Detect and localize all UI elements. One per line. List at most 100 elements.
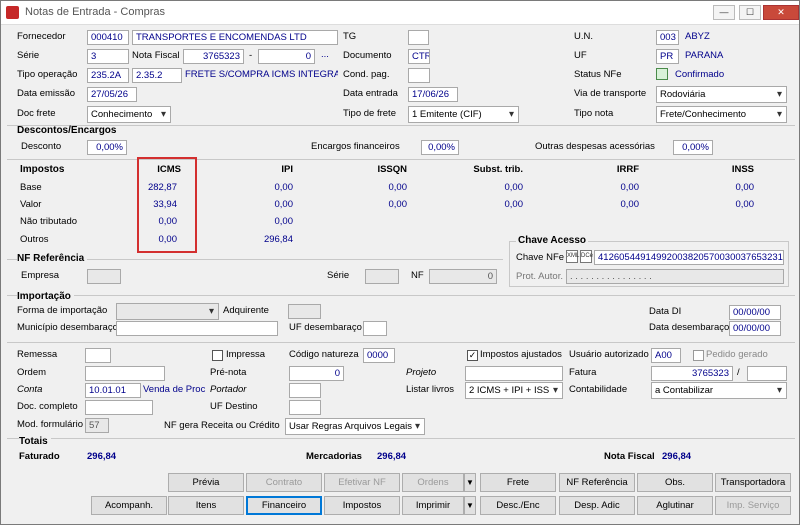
impostos-button[interactable]: Impostos bbox=[324, 496, 400, 515]
via-transporte-select[interactable]: Rodoviária bbox=[656, 86, 787, 103]
acompanh-button[interactable]: Acompanh. bbox=[91, 496, 167, 515]
nf-ref-serie-field bbox=[365, 269, 399, 284]
prot-autor-field: . . . . . . . . . . . . . . . . bbox=[566, 269, 784, 284]
doc-completo-label: Doc. completo bbox=[17, 401, 78, 412]
imp-servico-button[interactable]: Imp. Serviço bbox=[715, 496, 791, 515]
uf-name: PARANA bbox=[685, 50, 724, 61]
desp-adic-button[interactable]: Desp. Adic bbox=[559, 496, 635, 515]
tg-field[interactable] bbox=[408, 30, 429, 45]
portador-field[interactable] bbox=[289, 383, 321, 398]
frete-button[interactable]: Frete bbox=[480, 473, 556, 492]
ordem-field[interactable] bbox=[85, 366, 165, 381]
tipo-operacao-desc: FRETE S/COMPRA ICMS INTEGRAL/I bbox=[185, 69, 338, 80]
documento-field[interactable]: CTR bbox=[408, 49, 430, 64]
base-inss-value: 0,00 bbox=[735, 182, 755, 193]
desconto-field[interactable]: 0,00% bbox=[87, 140, 127, 155]
tipo-operacao-code-field[interactable]: 235.2A bbox=[87, 68, 129, 83]
title-bar: Notas de Entrada - Compras — ☐ ✕ bbox=[1, 1, 799, 25]
ordens-dropdown-arrow-icon[interactable]: ▼ bbox=[464, 473, 476, 492]
imprimir-dropdown-arrow-icon[interactable]: ▼ bbox=[464, 496, 476, 515]
nf-seq-field[interactable]: 0 bbox=[258, 49, 315, 64]
conta-desc: Venda de Proc bbox=[143, 384, 206, 395]
impostos-ajustados-label: Impostos ajustados bbox=[480, 349, 562, 360]
contabilidade-select[interactable]: a Contabilizar bbox=[651, 382, 787, 399]
close-button[interactable]: ✕ bbox=[763, 5, 799, 20]
un-code-field[interactable]: 003 bbox=[656, 30, 679, 45]
uf-code-field[interactable]: PR bbox=[656, 49, 679, 64]
doc-completo-field[interactable] bbox=[85, 400, 153, 415]
fatura-field[interactable]: 3765323 bbox=[651, 366, 733, 381]
fornecedor-name-field[interactable]: TRANSPORTES E ENCOMENDAS LTD bbox=[132, 30, 338, 45]
maximize-button[interactable]: ☐ bbox=[739, 5, 761, 20]
efetivar-nf-button[interactable]: Efetivar NF bbox=[324, 473, 400, 492]
un-name: ABYZ bbox=[685, 31, 710, 42]
prot-autor-label: Prot. Autor. bbox=[516, 271, 563, 282]
data-di-field[interactable]: 00/00/00 bbox=[729, 305, 781, 320]
valor-ipi-value: 0,00 bbox=[274, 199, 294, 210]
empresa-label: Empresa bbox=[21, 270, 60, 281]
fatura-parcela-field[interactable] bbox=[747, 366, 787, 381]
transportadora-button[interactable]: Transportadora bbox=[715, 473, 791, 492]
financeiro-button[interactable]: Financeiro bbox=[246, 496, 322, 515]
data-emissao-field[interactable]: 27/05/26 bbox=[87, 87, 137, 102]
icms-highlight-box bbox=[137, 157, 197, 253]
data-entrada-field[interactable]: 17/06/26 bbox=[408, 87, 458, 102]
previa-button[interactable]: Prévia bbox=[168, 473, 244, 492]
impostos-ajustados-checkbox[interactable]: ✓ bbox=[467, 350, 478, 361]
uf-label: UF bbox=[574, 50, 587, 61]
status-nfe-label: Status NFe bbox=[574, 69, 622, 80]
remessa-field[interactable] bbox=[85, 348, 111, 363]
ordens-button[interactable]: Ordens bbox=[402, 473, 464, 492]
municipio-desembaraco-field[interactable] bbox=[116, 321, 278, 336]
tipo-nota-select[interactable]: Frete/Conhecimento bbox=[656, 106, 787, 123]
base-issqn-value: 0,00 bbox=[388, 182, 408, 193]
projeto-field[interactable] bbox=[465, 366, 563, 381]
portador-label: Portador bbox=[210, 384, 247, 395]
mercadorias-value: 296,84 bbox=[377, 451, 407, 462]
valor-issqn-value: 0,00 bbox=[388, 199, 408, 210]
conta-field[interactable]: 10.01.01 bbox=[85, 383, 141, 398]
conta-label: Conta bbox=[17, 384, 43, 395]
forma-importacao-label: Forma de importação bbox=[17, 305, 108, 316]
tg-label: TG bbox=[343, 31, 357, 42]
nf-lookup-link[interactable]: ... bbox=[321, 48, 329, 62]
impressa-checkbox[interactable] bbox=[212, 350, 223, 361]
dce-file-icon[interactable]: DCe bbox=[580, 250, 593, 263]
uf-destino-field[interactable] bbox=[289, 400, 321, 415]
uf-desembaraco-field[interactable] bbox=[363, 321, 387, 336]
chave-nfe-field[interactable]: 41260544914992003820570030037653231033 bbox=[594, 250, 784, 265]
xml-file-icon[interactable]: XML bbox=[566, 250, 579, 263]
valor-inss-value: 0,00 bbox=[735, 199, 755, 210]
minimize-button[interactable]: — bbox=[713, 5, 735, 20]
contrato-button[interactable]: Contrato bbox=[246, 473, 322, 492]
listar-livros-select[interactable]: 2 ICMS + IPI + ISS bbox=[465, 382, 563, 399]
adquirente-field bbox=[288, 304, 321, 319]
serie-field[interactable]: 3 bbox=[87, 49, 129, 64]
cond-pag-field[interactable] bbox=[408, 68, 430, 83]
data-desembaraco-field[interactable]: 00/00/00 bbox=[729, 321, 781, 336]
imprimir-button[interactable]: Imprimir bbox=[402, 496, 464, 515]
nf-referencia-button[interactable]: NF Referência bbox=[559, 473, 635, 492]
usuario-autorizado-field[interactable]: A00 bbox=[651, 348, 681, 363]
pre-nota-field[interactable]: 0 bbox=[289, 366, 344, 381]
obs-button[interactable]: Obs. bbox=[637, 473, 713, 492]
itens-button[interactable]: Itens bbox=[168, 496, 244, 515]
pedido-gerado-checkbox[interactable] bbox=[693, 350, 704, 361]
tipo-frete-select[interactable]: 1 Emitente (CIF) bbox=[408, 106, 519, 123]
forma-importacao-select[interactable] bbox=[116, 303, 219, 320]
tipo-operacao-cfop-field[interactable]: 2.35.2 bbox=[132, 68, 182, 83]
nota-fiscal-field[interactable]: 3765323 bbox=[183, 49, 244, 64]
encargos-label: Encargos financeiros bbox=[311, 141, 400, 152]
encargos-field[interactable]: 0,00% bbox=[421, 140, 459, 155]
chave-acesso-title: Chave Acesso bbox=[516, 234, 588, 248]
aglutinar-button[interactable]: Aglutinar bbox=[637, 496, 713, 515]
fornecedor-code-field[interactable]: 000410 bbox=[87, 30, 129, 45]
valor-subst-value: 0,00 bbox=[504, 199, 524, 210]
desc-enc-button[interactable]: Desc./Enc bbox=[480, 496, 556, 515]
codigo-natureza-field[interactable]: 0000 bbox=[363, 348, 395, 363]
outras-despesas-field[interactable]: 0,00% bbox=[673, 140, 713, 155]
impostos-separator bbox=[7, 159, 795, 160]
doc-frete-select[interactable]: Conhecimento bbox=[87, 106, 171, 123]
pedido-gerado-label: Pedido gerado bbox=[706, 349, 768, 360]
nf-receita-select[interactable]: Usar Regras Arquivos Legais bbox=[285, 418, 425, 435]
